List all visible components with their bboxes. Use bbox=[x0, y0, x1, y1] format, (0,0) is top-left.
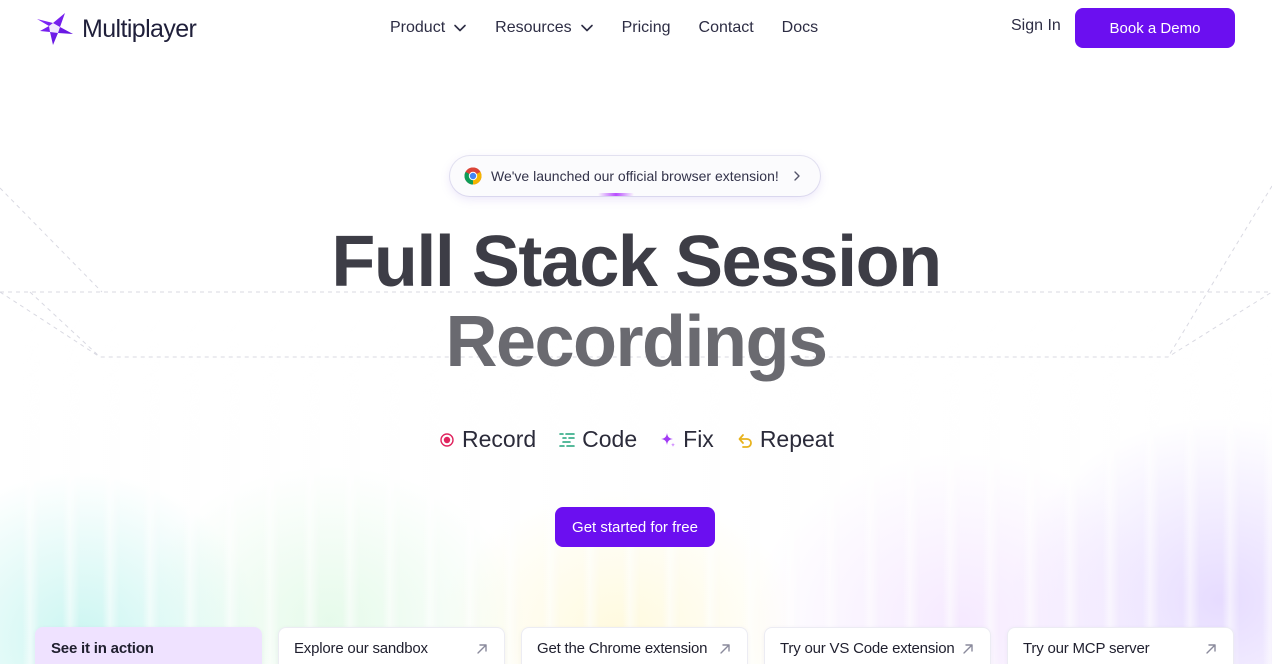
announcement-text: We've launched our official browser exte… bbox=[491, 168, 779, 184]
announcement-accent-line bbox=[598, 193, 634, 196]
step-fix: Fix bbox=[659, 426, 714, 453]
card-label: Explore our sandbox bbox=[294, 640, 428, 657]
nav-item-contact[interactable]: Contact bbox=[699, 17, 754, 39]
external-arrow-icon bbox=[1206, 644, 1216, 654]
step-code: Code bbox=[558, 426, 637, 453]
nav-item-docs[interactable]: Docs bbox=[782, 17, 818, 39]
workflow-steps: Record Code Fix Repeat bbox=[0, 426, 1272, 453]
card-chrome-extension[interactable]: Get the Chrome extension bbox=[521, 627, 748, 664]
sparkle-icon bbox=[661, 432, 676, 447]
hero-title: Full Stack Session Recordings bbox=[0, 222, 1272, 382]
nav-item-label: Product bbox=[390, 19, 446, 36]
action-cards: See it in action Explore our sandbox Get… bbox=[35, 627, 1250, 664]
undo-arrow-icon bbox=[738, 433, 752, 448]
nav-item-label: Resources bbox=[495, 19, 572, 36]
card-label: Try our MCP server bbox=[1023, 640, 1150, 657]
brand-name: Multiplayer bbox=[82, 14, 197, 43]
nav-item-label: Pricing bbox=[621, 19, 671, 36]
step-repeat: Repeat bbox=[736, 426, 834, 453]
nav-item-label: Contact bbox=[698, 19, 754, 36]
nav-item-pricing[interactable]: Pricing bbox=[622, 17, 671, 39]
step-record: Record bbox=[438, 426, 536, 453]
card-label: Get the Chrome extension bbox=[537, 640, 708, 657]
nav-item-product[interactable]: Product bbox=[390, 17, 467, 39]
code-lines-icon bbox=[559, 432, 575, 447]
external-arrow-icon bbox=[963, 644, 973, 654]
card-explore-sandbox[interactable]: Explore our sandbox bbox=[278, 627, 505, 664]
step-label: Code bbox=[582, 426, 638, 452]
chevron-down-icon bbox=[454, 24, 466, 32]
announcement-banner[interactable]: We've launched our official browser exte… bbox=[450, 156, 820, 196]
step-label: Record bbox=[462, 426, 537, 452]
hero-title-line2: Recordings bbox=[445, 302, 828, 382]
card-label: See it in action bbox=[51, 640, 154, 657]
card-see-it-in-action[interactable]: See it in action bbox=[35, 627, 262, 664]
chrome-icon bbox=[464, 167, 482, 185]
external-arrow-icon bbox=[720, 644, 730, 654]
card-vscode-extension[interactable]: Try our VS Code extension bbox=[764, 627, 991, 664]
record-icon bbox=[440, 432, 454, 447]
step-label: Repeat bbox=[759, 426, 834, 452]
card-mcp-server[interactable]: Try our MCP server bbox=[1007, 627, 1234, 664]
brand-logo[interactable]: Multiplayer bbox=[36, 12, 197, 46]
chevron-right-icon bbox=[794, 171, 800, 181]
sign-in-link[interactable]: Sign In bbox=[1011, 17, 1061, 35]
chevron-down-icon bbox=[580, 24, 593, 32]
multiplayer-logo-icon bbox=[37, 13, 73, 45]
external-arrow-icon bbox=[477, 644, 487, 654]
main-nav: Product Resources Pricing Contact Docs bbox=[390, 17, 846, 39]
nav-item-label: Docs bbox=[781, 19, 819, 36]
card-label: Try our VS Code extension bbox=[780, 640, 955, 657]
site-header: Multiplayer Product Resources Pricing Co… bbox=[0, 0, 1272, 56]
step-label: Fix bbox=[683, 426, 714, 452]
hero-title-line1: Full Stack Session bbox=[331, 222, 942, 302]
nav-item-resources[interactable]: Resources bbox=[495, 17, 593, 39]
get-started-button[interactable]: Get started for free bbox=[555, 507, 715, 547]
book-demo-button[interactable]: Book a Demo bbox=[1075, 8, 1235, 48]
